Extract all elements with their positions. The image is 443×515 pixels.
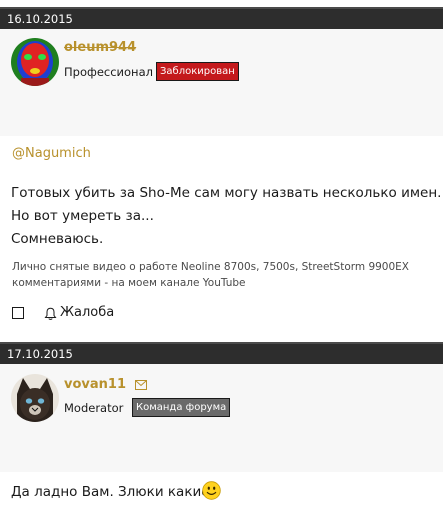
user-title: Moderator [64, 401, 124, 415]
report-link[interactable]: Жалоба [60, 305, 114, 320]
message-line: Готовых убить за Sho-Me сам могу назвать… [11, 185, 442, 201]
avatar[interactable] [11, 38, 59, 86]
post-date: 16.10.2015 [7, 12, 73, 26]
banned-badge: Заблокирован [156, 62, 239, 81]
envelope-icon[interactable] [135, 380, 147, 390]
post-date-bar: 17.10.2015 [0, 342, 443, 364]
author-block: vovan11 Moderator Команда форума [0, 364, 443, 472]
post-date: 17.10.2015 [7, 347, 73, 361]
author-block: oleum944 Профессионал Заблокирован [0, 29, 443, 136]
message-line: Но вот умереть за... [11, 208, 154, 224]
smiley-icon [202, 481, 221, 500]
message-body: Да ладно Вам. Злюки какие [0, 472, 443, 515]
username[interactable]: vovan11 [64, 377, 126, 392]
user-title: Профессионал [64, 65, 153, 79]
post-date-bar: 16.10.2015 [0, 7, 443, 29]
staff-badge: Команда форума [132, 398, 231, 417]
user-mention[interactable]: @Nagumich [12, 146, 91, 161]
select-post-checkbox[interactable] [12, 307, 24, 319]
signature-line: Лично снятые видео о работе Neoline 8700… [12, 261, 409, 273]
message-line: Сомневаюсь. [11, 231, 104, 247]
signature-line: комментариями - на моем канале YouTube [12, 277, 246, 289]
message-body: @Nagumich Готовых убить за Sho-Me сам мо… [0, 136, 443, 332]
message-line: Да ладно Вам. Злюки какие [11, 484, 210, 500]
username[interactable]: oleum944 [64, 40, 136, 55]
avatar[interactable] [11, 374, 59, 422]
bell-icon [44, 307, 57, 320]
